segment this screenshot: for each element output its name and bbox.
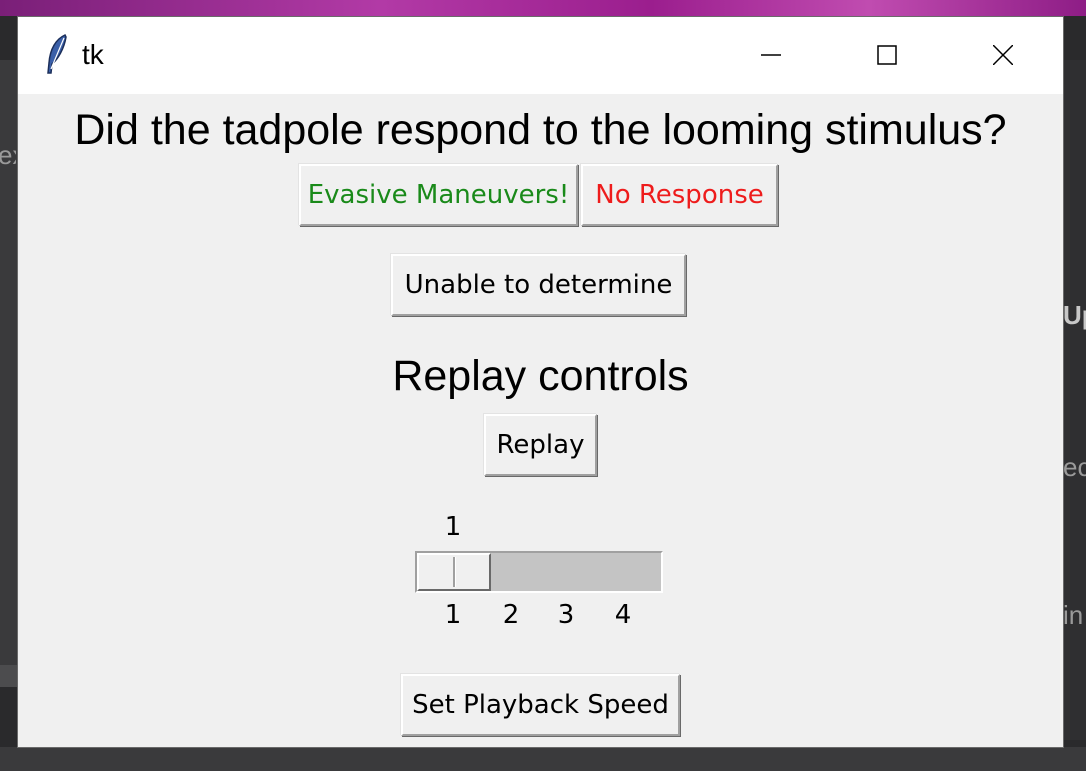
set-playback-speed-button[interactable]: Set Playback Speed bbox=[401, 674, 680, 736]
background-text-right-3: in bbox=[1063, 600, 1084, 630]
tk-window: tk Did the tadpole respond to the loomin… bbox=[18, 17, 1063, 747]
background-text-left: ex bbox=[0, 140, 16, 170]
replay-button[interactable]: Replay bbox=[484, 414, 597, 476]
no-response-button[interactable]: No Response bbox=[581, 164, 778, 226]
close-button[interactable] bbox=[945, 17, 1061, 94]
question-label: Did the tadpole respond to the looming s… bbox=[74, 106, 1007, 154]
replay-controls-heading: Replay controls bbox=[392, 352, 689, 400]
maximize-button[interactable] bbox=[829, 17, 945, 94]
background-text-right-2: ec bbox=[1063, 452, 1086, 482]
taskbar-strip bbox=[0, 747, 1086, 771]
scale-tick-label: 4 bbox=[614, 600, 632, 630]
playback-speed-scale[interactable]: 1 1 2 3 4 bbox=[415, 494, 665, 630]
minimize-icon bbox=[761, 54, 781, 56]
scale-slider-handle[interactable] bbox=[417, 553, 491, 591]
desktop-wallpaper-strip bbox=[0, 0, 1086, 16]
background-window-right bbox=[1063, 60, 1086, 740]
maximize-icon bbox=[877, 45, 897, 65]
tk-feather-icon bbox=[44, 33, 70, 75]
window-title: tk bbox=[82, 39, 104, 70]
window-content: Did the tadpole respond to the looming s… bbox=[18, 94, 1063, 747]
evasive-maneuvers-button[interactable]: Evasive Maneuvers! bbox=[299, 164, 578, 226]
close-icon bbox=[993, 45, 1013, 65]
minimize-button[interactable] bbox=[713, 17, 829, 94]
scale-tick-label: 1 bbox=[444, 600, 462, 630]
title-bar[interactable]: tk bbox=[18, 17, 1063, 94]
scale-trough[interactable] bbox=[415, 551, 663, 593]
background-window-left-highlight bbox=[0, 665, 18, 687]
background-text-right-1: Up bbox=[1063, 300, 1086, 330]
slider-grip-line bbox=[453, 557, 456, 587]
scale-tick-label: 3 bbox=[557, 600, 575, 630]
scale-current-value: 1 bbox=[444, 512, 462, 542]
unable-to-determine-button[interactable]: Unable to determine bbox=[391, 254, 686, 316]
scale-tick-label: 2 bbox=[502, 600, 520, 630]
